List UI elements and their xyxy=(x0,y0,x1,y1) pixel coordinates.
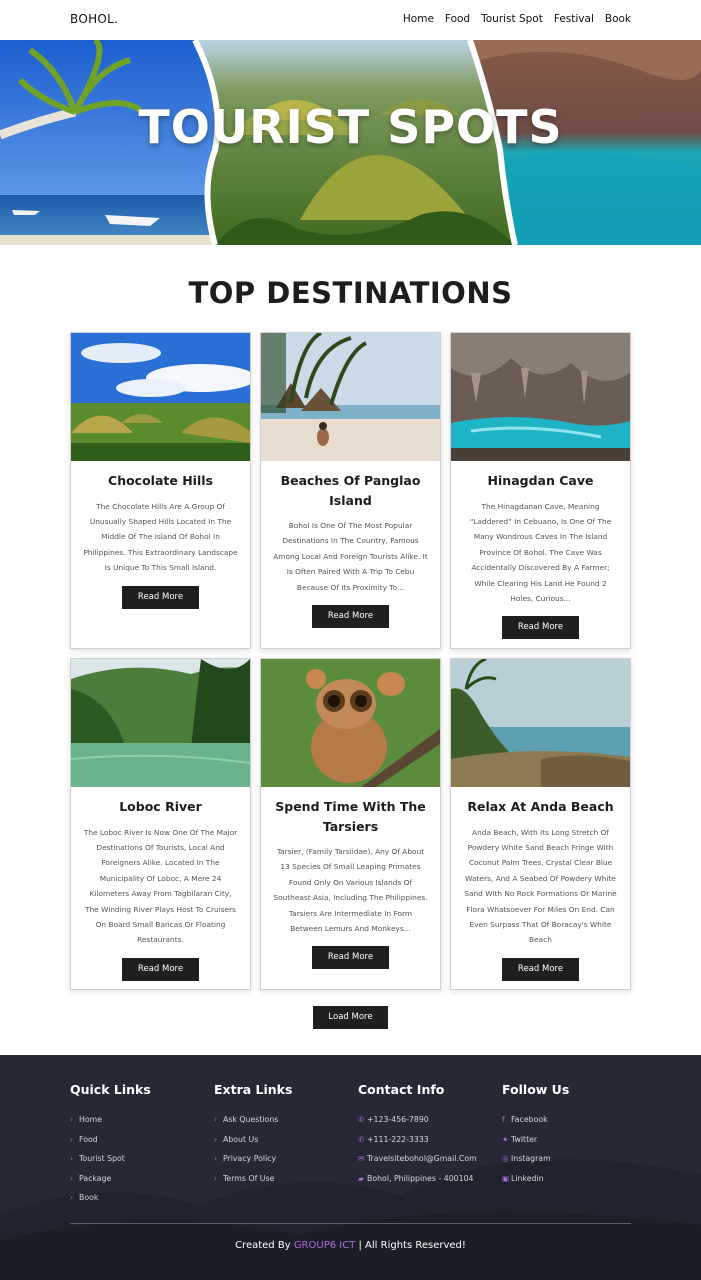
contact-address: ▰ Bohol, Philippines - 400104 xyxy=(358,1173,474,1183)
footer-link-tourist-spot[interactable]: › Tourist Spot xyxy=(70,1149,151,1169)
social-instagram[interactable]: ◎ Instagram xyxy=(502,1149,569,1169)
chevron-right-icon: › xyxy=(214,1134,217,1144)
card-title: Beaches Of Panglao Island xyxy=(280,473,421,508)
read-more-button[interactable]: Read More xyxy=(122,585,199,609)
credit-author[interactable]: GROUP6 ICT xyxy=(294,1240,356,1251)
extra-links-title: Extra Links xyxy=(214,1082,293,1097)
phone-icon: ✆ xyxy=(358,1115,365,1125)
twitter-icon: ✦ xyxy=(502,1134,509,1144)
social-facebook[interactable]: f Facebook xyxy=(502,1110,569,1130)
card-description: Tarsier, (Family Tarsiidae), Any Of Abou… xyxy=(273,847,428,934)
destination-card: Hinagdan Cave The Hinagdanan Cave, Meani… xyxy=(450,332,631,649)
footer-link-privacy-policy[interactable]: › Privacy Policy xyxy=(214,1149,292,1169)
chevron-right-icon: › xyxy=(214,1154,217,1164)
nav-food[interactable]: Food xyxy=(445,13,470,25)
anda-beach-image xyxy=(451,659,630,787)
site-footer: Quick Links › Home › Food › Tourist Spot › P… xyxy=(0,1055,701,1280)
footer-link-package[interactable]: › Package xyxy=(70,1169,151,1189)
follow-us-column: Follow Us f Facebook ✦ Twitter ◎ Instagram … xyxy=(502,1082,569,1188)
contact-phone-1[interactable]: ✆ +123-456-7890 xyxy=(358,1110,477,1130)
footer-divider xyxy=(70,1223,631,1224)
nav-tourist-spot[interactable]: Tourist Spot xyxy=(481,13,543,25)
card-description: The Chocolate Hills Are A Group Of Unusu… xyxy=(83,501,238,573)
social-twitter[interactable]: ✦ Twitter xyxy=(502,1130,569,1150)
read-more-button[interactable]: Read More xyxy=(502,957,579,981)
read-more-button[interactable]: Read More xyxy=(122,957,199,981)
tarsier-image xyxy=(261,659,440,787)
card-description: The Loboc River Is Now One Of The Major … xyxy=(83,827,238,945)
map-icon: ▰ xyxy=(358,1173,364,1183)
chevron-right-icon: › xyxy=(70,1134,73,1144)
follow-us-title: Follow Us xyxy=(502,1082,570,1097)
chevron-right-icon: › xyxy=(70,1115,73,1125)
card-title: Hinagdan Cave xyxy=(487,473,594,488)
facebook-icon: f xyxy=(502,1115,505,1125)
footer-credit: Created By GROUP6 ICT | All Rights Reser… xyxy=(235,1240,466,1251)
quick-links-column: Quick Links › Home › Food › Tourist Spot › P… xyxy=(70,1082,151,1208)
chocolate-hills-image xyxy=(71,333,250,461)
cave-image xyxy=(451,333,630,461)
nav-festival[interactable]: Festival xyxy=(554,13,594,25)
card-description: Bohol Is One Of The Most Popular Destina… xyxy=(273,521,428,592)
card-title: Relax At Anda Beach xyxy=(467,799,614,814)
phone-icon: ✆ xyxy=(358,1134,365,1144)
chevron-right-icon: › xyxy=(214,1173,217,1183)
site-logo[interactable]: BOHOL. xyxy=(70,12,118,26)
panglao-beach-image xyxy=(261,333,440,461)
loboc-river-image xyxy=(71,659,250,787)
footer-link-terms-of-use[interactable]: › Terms Of Use xyxy=(214,1169,292,1189)
nav-home[interactable]: Home xyxy=(403,13,434,25)
read-more-button[interactable]: Read More xyxy=(502,616,579,640)
card-title: Chocolate Hills xyxy=(108,473,213,488)
hero-banner: TOURIST SPOTS xyxy=(0,40,701,245)
contact-info-column: Contact Info ✆ +123-456-7890 ✆ +111-222-33… xyxy=(358,1082,477,1188)
footer-link-about-us[interactable]: › About Us xyxy=(214,1130,292,1150)
card-title: Loboc River xyxy=(119,799,202,814)
instagram-icon: ◎ xyxy=(502,1154,509,1164)
top-navbar: BOHOL. Home Food Tourist Spot Festival B… xyxy=(0,0,701,40)
extra-links-column: Extra Links › Ask Questions › About Us › Pr… xyxy=(214,1082,292,1188)
envelope-icon: ✉ xyxy=(358,1154,365,1164)
footer-link-book[interactable]: › Book xyxy=(70,1188,151,1208)
card-description: The Hinagdanan Cave, Meaning “Laddered” … xyxy=(469,501,612,603)
quick-links-title: Quick Links xyxy=(70,1082,151,1097)
chevron-right-icon: › xyxy=(70,1193,73,1203)
destination-card: Chocolate Hills The Chocolate Hills Are … xyxy=(70,332,251,649)
hero-title: TOURIST SPOTS xyxy=(138,100,563,154)
footer-link-home[interactable]: › Home xyxy=(70,1110,151,1130)
contact-email[interactable]: ✉ Travelsitebohol@Gmail.Com xyxy=(358,1149,477,1169)
read-more-button[interactable]: Read More xyxy=(312,605,389,629)
main-nav: Home Food Tourist Spot Festival Book xyxy=(403,13,631,25)
destination-card: Relax At Anda Beach Anda Beach, With Its… xyxy=(450,658,631,990)
read-more-button[interactable]: Read More xyxy=(312,946,389,970)
destination-card: Loboc River The Loboc River Is Now One O… xyxy=(70,658,251,990)
card-description: Anda Beach, With Its Long Stretch Of Pow… xyxy=(464,827,617,945)
nav-book[interactable]: Book xyxy=(605,13,631,25)
chevron-right-icon: › xyxy=(70,1154,73,1164)
contact-info-title: Contact Info xyxy=(358,1082,445,1097)
card-title: Spend Time With The Tarsiers xyxy=(275,799,426,834)
linkedin-icon: ▣ xyxy=(502,1173,510,1183)
section-title: TOP DESTINATIONS xyxy=(188,276,513,310)
contact-phone-2[interactable]: ✆ +111-222-3333 xyxy=(358,1130,477,1150)
social-linkedin[interactable]: ▣ Linkedin xyxy=(502,1169,569,1189)
destination-card: Spend Time With The Tarsiers Tarsier, (F… xyxy=(260,658,441,990)
chevron-right-icon: › xyxy=(70,1173,73,1183)
footer-link-food[interactable]: › Food xyxy=(70,1130,151,1150)
footer-link-ask-questions[interactable]: › Ask Questions xyxy=(214,1110,292,1130)
chevron-right-icon: › xyxy=(214,1115,217,1125)
load-more-button[interactable]: Load More xyxy=(313,1006,388,1029)
destination-card: Beaches Of Panglao Island Bohol Is One O… xyxy=(260,332,441,649)
